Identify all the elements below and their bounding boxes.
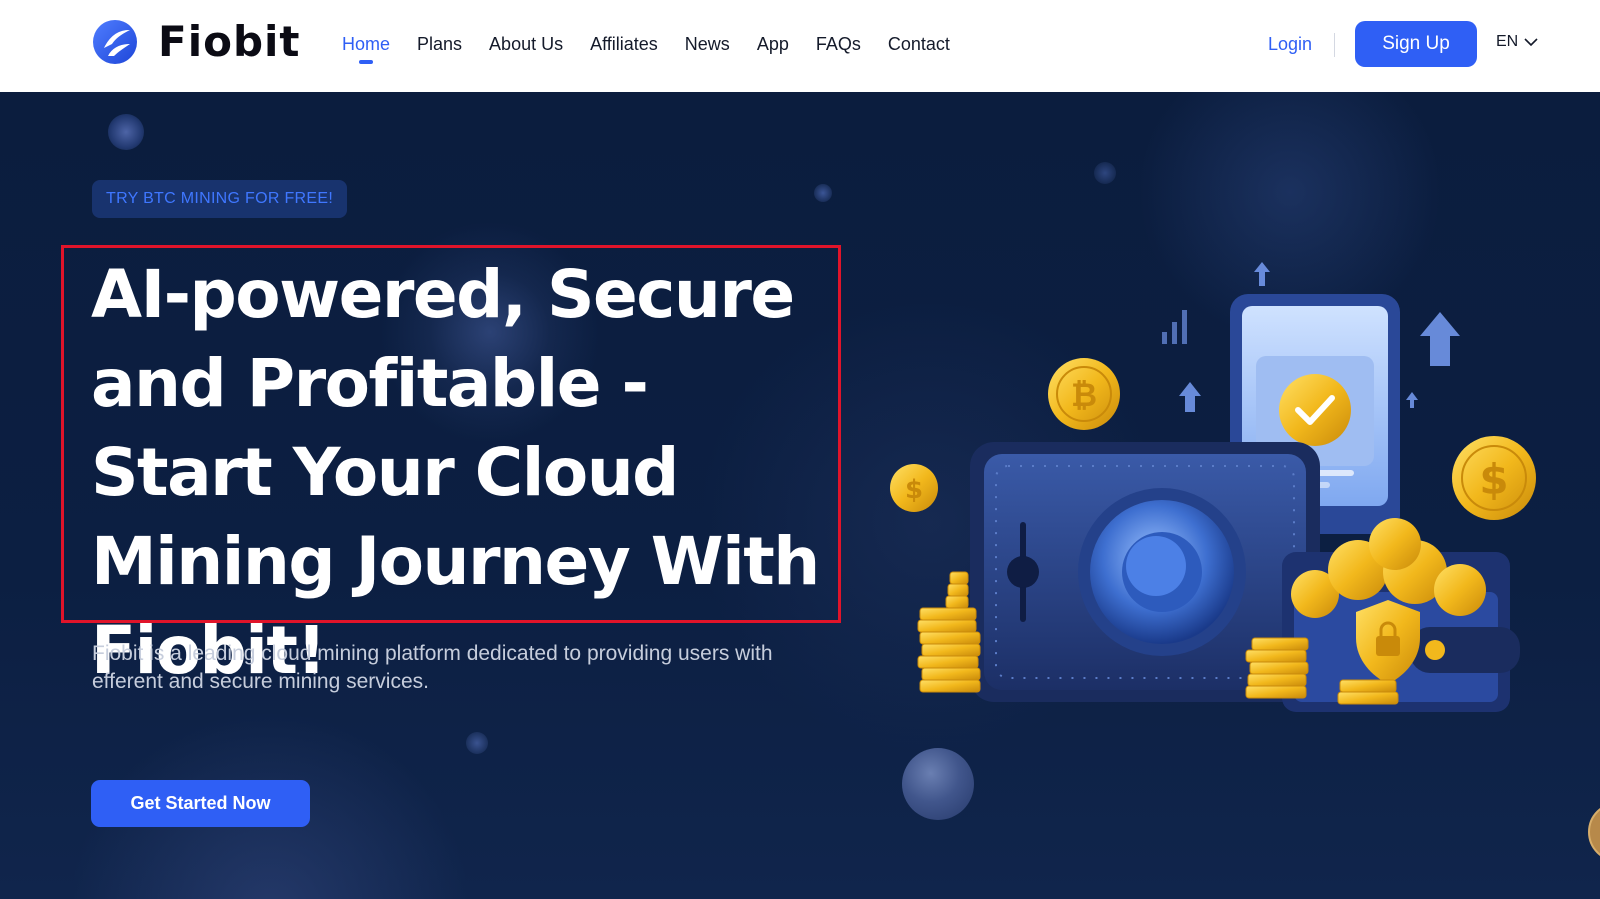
- nav-item-plans[interactable]: Plans: [417, 32, 462, 56]
- language-label: EN: [1496, 33, 1519, 50]
- decorative-orb: [466, 732, 488, 754]
- decorative-orb: [108, 114, 144, 150]
- logo[interactable]: Fiobit: [92, 18, 300, 66]
- hero-subtext: Fiobit is a leading cloud mining platfor…: [92, 642, 773, 693]
- sign-up-button[interactable]: Sign Up: [1355, 21, 1477, 67]
- svg-text:$: $: [905, 475, 923, 505]
- top-nav-bar: Fiobit Home Plans About Us Affiliates Ne…: [0, 0, 1600, 92]
- nav-item-home[interactable]: Home: [342, 32, 390, 56]
- svg-text:₿: ₿: [1071, 376, 1097, 414]
- hero-illustration: ₿ $ $: [890, 262, 1536, 712]
- nav-item-about-us[interactable]: About Us: [489, 32, 563, 56]
- free-mining-badge: TRY BTC MINING FOR FREE!: [92, 180, 348, 218]
- nav-item-app[interactable]: App: [757, 32, 789, 56]
- bar-chart-icon: [1162, 310, 1187, 344]
- hero-section: TRY BTC MINING FOR FREE! AI-powered, Sec…: [0, 92, 1600, 899]
- language-selector[interactable]: EN: [1496, 33, 1538, 51]
- dollar-coin-icon: $: [890, 464, 938, 512]
- logo-text: Fiobit: [158, 17, 301, 66]
- header-divider: [1334, 33, 1335, 57]
- dollar-coin-icon: $: [1452, 436, 1536, 520]
- decorative-orb: [814, 184, 832, 202]
- chevron-down-icon: [1524, 37, 1538, 46]
- nav-item-faqs[interactable]: FAQs: [816, 32, 861, 56]
- svg-text:$: $: [1479, 455, 1508, 504]
- nav-item-affiliates[interactable]: Affiliates: [590, 32, 658, 56]
- bitcoin-coin-icon: ₿: [1048, 358, 1120, 430]
- nav-item-news[interactable]: News: [685, 32, 730, 56]
- login-link[interactable]: Login: [1268, 32, 1312, 56]
- checkmark-coin-icon: [1279, 374, 1351, 446]
- chat-widget-button[interactable]: [1588, 802, 1600, 862]
- hero-headline: AI-powered, Secure and Profitable - Star…: [91, 256, 820, 689]
- nav-item-contact[interactable]: Contact: [888, 32, 950, 56]
- fiobit-logo-icon: [93, 20, 137, 64]
- decorative-orb: [1094, 162, 1116, 184]
- get-started-button[interactable]: Get Started Now: [91, 780, 310, 827]
- main-nav: Home Plans About Us Affiliates News App …: [342, 32, 977, 56]
